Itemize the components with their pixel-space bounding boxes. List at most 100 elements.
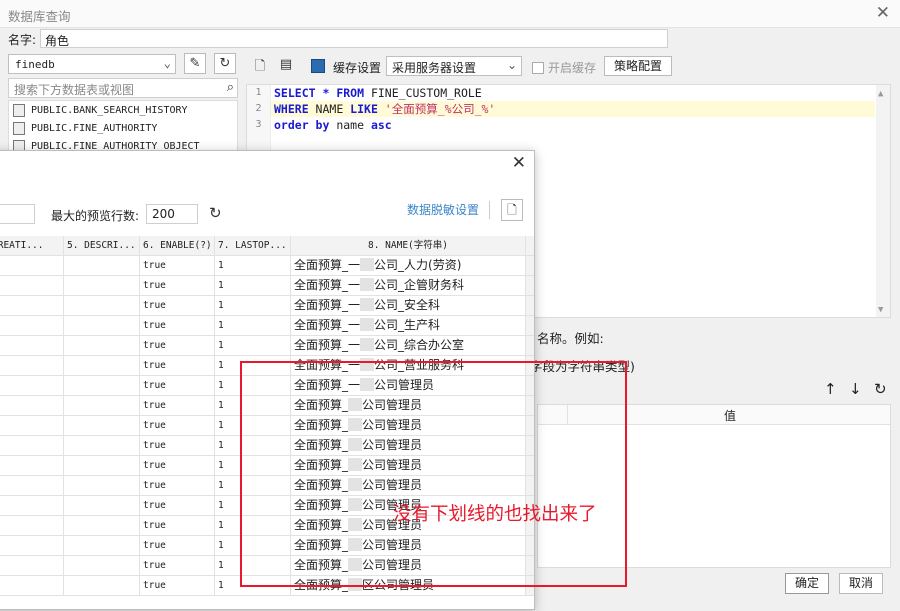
table-row[interactable]: true 1 全面预算_一 公司_企管财务科 — [0, 276, 534, 296]
table-item[interactable]: PUBLIC.FINE_AUTHORITY — [9, 119, 237, 137]
edit-icon[interactable]: ✎ — [184, 53, 206, 74]
sql-line-3: order by name asc — [274, 118, 392, 132]
max-rows-input[interactable]: 200 — [146, 204, 198, 224]
grid-scrollbar[interactable] — [526, 316, 534, 336]
preview-param-input[interactable] — [0, 204, 35, 224]
scroll-down-icon[interactable]: ▼ — [878, 305, 883, 315]
close-icon[interactable]: ✕ — [876, 3, 890, 23]
table-item[interactable]: PUBLIC.BANK_SEARCH_HISTORY — [9, 101, 237, 119]
name-suffix: 公司_企管财务科 — [374, 278, 465, 292]
connection-value: finedb — [15, 58, 55, 71]
cell-empty — [0, 456, 64, 476]
cell-empty — [0, 536, 64, 556]
cell-lastop: 1 — [215, 256, 291, 276]
cell-enable: true — [140, 436, 215, 456]
name-prefix: 全面预算_一 — [294, 338, 361, 352]
arrow-down-icon[interactable]: ↓ — [849, 380, 862, 398]
table-row[interactable]: true 1 全面预算_一 公司_安全科 — [0, 296, 534, 316]
table-icon — [13, 121, 25, 135]
column-header[interactable]: CREATI... — [0, 236, 64, 256]
cell-empty — [64, 276, 140, 296]
param-value-header: 值 — [724, 409, 737, 423]
cell-empty — [64, 316, 140, 336]
name-suffix: 公司_生产科 — [374, 318, 441, 332]
refresh-icon[interactable]: ↻ — [209, 204, 222, 222]
name-input[interactable]: 角色 — [40, 29, 668, 48]
cache-settings-label[interactable]: 缓存设置 — [333, 59, 381, 76]
cell-empty — [64, 256, 140, 276]
cell-empty — [0, 376, 64, 396]
cell-empty — [64, 496, 140, 516]
scroll-up-icon[interactable]: ▲ — [878, 89, 883, 99]
refresh-icon[interactable]: ↻ — [214, 53, 236, 74]
cell-enable: true — [140, 336, 215, 356]
ok-button[interactable]: 确定 — [785, 573, 829, 594]
column-header[interactable]: 6. ENABLE(?) — [140, 236, 215, 256]
param-hint: 名称。例如: — [537, 331, 604, 346]
cell-empty — [0, 336, 64, 356]
cell-enable: true — [140, 316, 215, 336]
preview-icon[interactable]: 🗋 — [251, 57, 269, 75]
grid-scrollbar[interactable] — [526, 336, 534, 356]
annotation-box — [240, 361, 627, 587]
table-row[interactable]: true 1 全面预算_一 公司_人力(劳资) — [0, 256, 534, 276]
cell-enable: true — [140, 576, 215, 596]
grid-scrollbar[interactable] — [526, 296, 534, 316]
connection-select[interactable]: finedb ⌄ — [8, 54, 176, 74]
enable-cache-checkbox[interactable]: 开启缓存 — [532, 59, 596, 76]
column-header[interactable]: 5. DESCRI... — [64, 236, 140, 256]
refresh-icon[interactable]: ↻ — [874, 380, 887, 398]
checkbox-box[interactable] — [532, 62, 544, 74]
cell-enable: true — [140, 516, 215, 536]
grid-scrollbar[interactable] — [526, 256, 534, 276]
grid-scrollbar[interactable] — [526, 236, 534, 256]
name-row: 名字: 角色 — [0, 28, 900, 50]
table-search-input[interactable]: 搜索下方数据表或视图 ⌕ — [8, 78, 238, 98]
redacted-block — [360, 338, 375, 351]
annotation-text: 没有下划线的也找出来了 — [393, 504, 597, 525]
cell-enable: true — [140, 296, 215, 316]
cell-empty — [0, 496, 64, 516]
search-icon[interactable]: ⌕ — [227, 80, 234, 95]
save-icon[interactable]: ▤ — [277, 57, 295, 75]
dropdown-caret-icon: ⌄ — [506, 58, 517, 72]
cell-name: 全面预算_一 公司_人力(劳资) — [291, 256, 526, 276]
db-panel: finedb ⌄ ✎ ↻ 搜索下方数据表或视图 ⌕ PUBLIC.BANK_SE… — [0, 52, 242, 160]
column-header[interactable]: 8. NAME(字符串) — [291, 236, 526, 256]
cell-empty — [64, 336, 140, 356]
cache-server-value: 采用服务器设置 — [392, 61, 477, 75]
cache-server-select[interactable]: 采用服务器设置 ⌄ — [386, 56, 522, 76]
name-suffix: 公司_综合办公室 — [374, 338, 465, 352]
redacted-block — [360, 318, 375, 331]
cache-icon[interactable] — [311, 59, 325, 73]
name-suffix: 公司_安全科 — [374, 298, 441, 312]
cell-lastop: 1 — [215, 316, 291, 336]
cell-empty — [0, 316, 64, 336]
name-prefix: 全面预算_一 — [294, 318, 361, 332]
cell-empty — [0, 416, 64, 436]
close-icon[interactable]: ✕ — [512, 153, 526, 173]
strategy-config-button[interactable]: 策略配置 — [604, 56, 672, 76]
arrow-up-icon[interactable]: ↑ — [824, 380, 837, 398]
sql-code[interactable]: SELECT * FROM FINE_CUSTOM_ROLE WHERE NAM… — [271, 85, 875, 133]
grid-scrollbar[interactable] — [526, 276, 534, 296]
cell-empty — [0, 516, 64, 536]
preview-icon[interactable]: 🗋 — [501, 199, 523, 221]
table-row[interactable]: true 1 全面预算_一 公司_生产科 — [0, 316, 534, 336]
data-mask-settings-link[interactable]: 数据脱敏设置 — [407, 201, 479, 218]
cell-name: 全面预算_一 公司_综合办公室 — [291, 336, 526, 356]
cell-enable: true — [140, 376, 215, 396]
table-row[interactable]: true 1 全面预算_一 公司_综合办公室 — [0, 336, 534, 356]
cell-enable: true — [140, 416, 215, 436]
cell-empty — [64, 516, 140, 536]
cell-lastop: 1 — [215, 336, 291, 356]
cell-empty — [0, 356, 64, 376]
name-prefix: 全面预算_一 — [294, 298, 361, 312]
cell-lastop: 1 — [215, 276, 291, 296]
editor-scrollbar[interactable]: ▲ ▼ — [876, 85, 890, 317]
cell-enable: true — [140, 456, 215, 476]
cancel-button[interactable]: 取消 — [839, 573, 883, 594]
column-header[interactable]: 7. LASTOP... — [215, 236, 291, 256]
cell-empty — [0, 556, 64, 576]
cell-enable: true — [140, 476, 215, 496]
